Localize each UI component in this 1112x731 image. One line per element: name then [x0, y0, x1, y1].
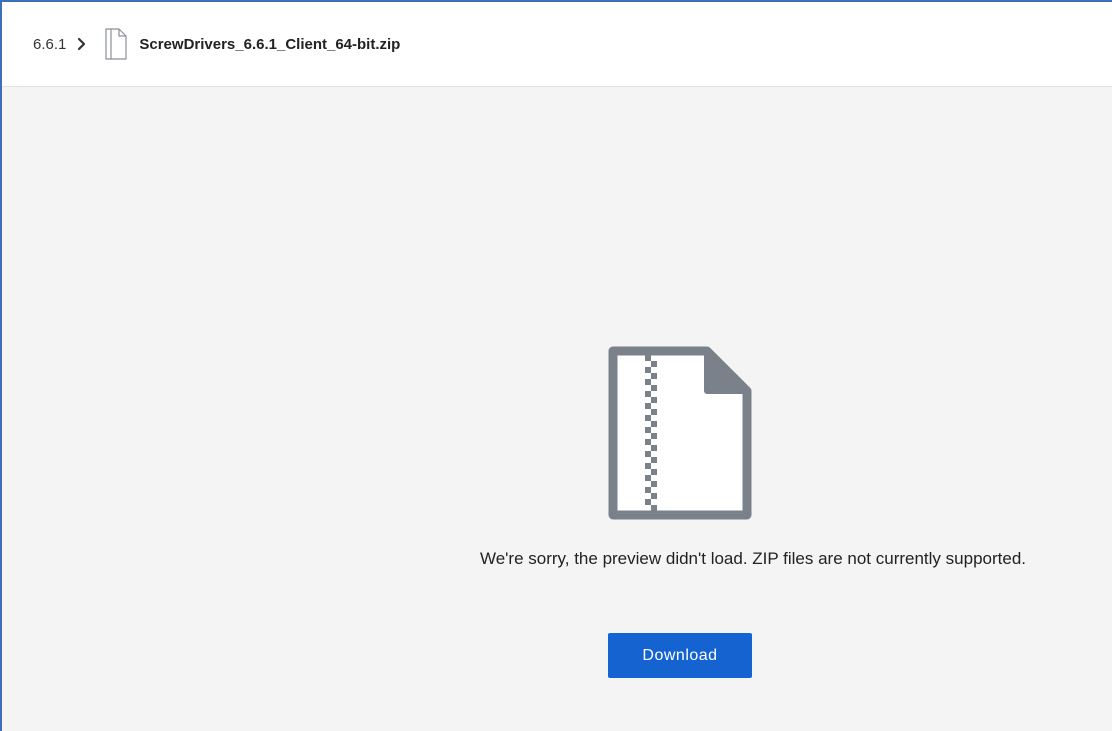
preview-error-message: We're sorry, the preview didn't load. ZI…	[479, 549, 1026, 568]
file-icon	[105, 28, 127, 60]
preview-area: We're sorry, the preview didn't load. ZI…	[2, 87, 1112, 731]
breadcrumb-file-name: ScrewDrivers_6.6.1_Client_64-bit.zip	[139, 35, 401, 53]
header-bar: 6.6.1 ScrewDrivers_6.6.1_Client_64-bit.z…	[2, 2, 1112, 87]
download-button[interactable]: Download	[608, 633, 752, 678]
preview-window: 6.6.1 ScrewDrivers_6.6.1_Client_64-bit.z…	[0, 0, 1112, 731]
breadcrumb-folder-link[interactable]: 6.6.1	[33, 36, 66, 53]
chevron-right-icon	[74, 36, 90, 52]
zip-file-icon	[607, 345, 753, 521]
